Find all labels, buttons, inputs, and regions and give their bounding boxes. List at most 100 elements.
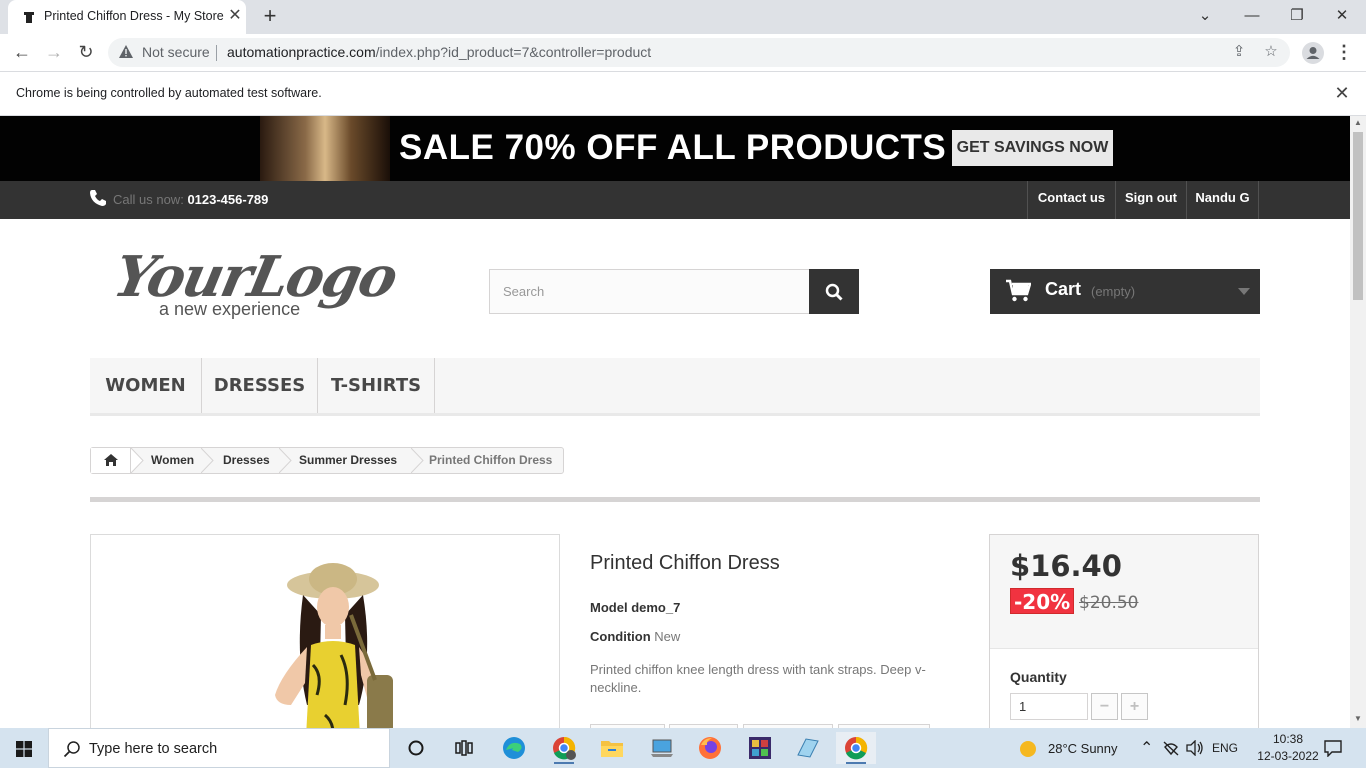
search-input[interactable]: Search xyxy=(489,269,810,314)
store-favicon-icon xyxy=(24,12,34,23)
get-savings-button[interactable]: GET SAVINGS NOW xyxy=(952,130,1113,166)
taskbar-search-text: Type here to search xyxy=(89,741,218,757)
tray-chevron-up-icon[interactable]: ⌃ xyxy=(1140,738,1153,758)
tab-close-icon[interactable]: ✕ xyxy=(226,6,244,26)
menu-item-women[interactable]: WOMEN xyxy=(90,358,202,413)
scroll-thumb[interactable] xyxy=(1353,132,1363,300)
file-explorer-icon[interactable] xyxy=(592,732,632,764)
breadcrumb-women[interactable]: Women xyxy=(151,448,194,473)
product-condition: Condition New xyxy=(590,629,681,644)
page-scrollbar[interactable]: ▲ ▼ xyxy=(1350,116,1366,728)
section-divider xyxy=(90,497,1260,502)
firefox-icon[interactable] xyxy=(690,732,730,764)
search-icon xyxy=(63,741,80,758)
scroll-up-icon[interactable]: ▲ xyxy=(1350,116,1366,130)
chrome-icon[interactable] xyxy=(836,732,876,764)
quantity-label: Quantity xyxy=(1010,669,1067,685)
search-icon xyxy=(825,283,843,301)
breadcrumb-separator xyxy=(279,448,292,473)
taskbar-search[interactable]: Type here to search xyxy=(48,728,390,768)
price-area: $16.40 -20% $20.50 xyxy=(990,535,1258,649)
chrome-profile-icon[interactable] xyxy=(544,732,584,764)
tab-search-icon[interactable]: ⌄ xyxy=(1185,4,1225,28)
quantity-plus-button[interactable]: + xyxy=(1121,693,1148,720)
search-button[interactable] xyxy=(809,269,859,314)
sale-banner[interactable]: SALE 70% OFF ALL PRODUCTS GET SAVINGS NO… xyxy=(0,116,1350,181)
page-viewport: SALE 70% OFF ALL PRODUCTS GET SAVINGS NO… xyxy=(0,116,1350,728)
site-logo[interactable]: YourLogo a new experience xyxy=(108,244,402,324)
buy-box: $16.40 -20% $20.50 Quantity 1 − + xyxy=(989,534,1259,728)
app-icon[interactable] xyxy=(740,732,780,764)
clock-time: 10:38 xyxy=(1272,732,1304,746)
menu-item-tshirts[interactable]: T-SHIRTS xyxy=(318,358,435,413)
banner-model-image xyxy=(260,116,390,181)
task-view-icon[interactable] xyxy=(444,732,484,764)
breadcrumb-separator xyxy=(201,448,214,473)
cart-button[interactable]: Cart (empty) xyxy=(990,269,1260,314)
product-title: Printed Chiffon Dress xyxy=(590,552,780,574)
sign-out-link[interactable]: Sign out xyxy=(1115,181,1186,219)
restore-button[interactable]: ❐ xyxy=(1277,4,1317,28)
windows-taskbar: Type here to search 28°C Sunny ⌃ ENG 10:… xyxy=(0,728,1366,768)
breadcrumb-home[interactable] xyxy=(91,448,131,473)
old-price: $20.50 xyxy=(1079,593,1139,613)
start-button[interactable] xyxy=(0,728,48,768)
address-bar[interactable]: Not secure automationpractice.com/index.… xyxy=(108,38,1290,67)
cart-label: Cart xyxy=(1045,279,1082,299)
windows-logo-icon xyxy=(16,741,32,757)
breadcrumb-separator xyxy=(411,448,424,473)
menu-kebab-icon[interactable]: ⋮ xyxy=(1332,40,1356,64)
browser-toolbar: ← → ↻ Not secure automationpractice.com/… xyxy=(0,34,1366,71)
breadcrumb-dresses[interactable]: Dresses xyxy=(223,448,270,473)
taskbar-clock[interactable]: 10:38 12-03-2022 xyxy=(1256,731,1320,765)
not-secure-label[interactable]: Not secure xyxy=(142,44,210,60)
notifications-icon[interactable] xyxy=(1324,739,1342,757)
breadcrumb-summer-dresses[interactable]: Summer Dresses xyxy=(299,448,397,473)
automation-infobar: Chrome is being controlled by automated … xyxy=(0,71,1366,116)
weather-sun-icon[interactable] xyxy=(1019,740,1037,758)
url-separator xyxy=(216,45,217,61)
back-icon[interactable]: ← xyxy=(10,40,34,64)
top-nav-strip: Call us now: 0123-456-789 Contact us Sig… xyxy=(0,181,1350,219)
breadcrumb-separator xyxy=(131,448,144,473)
infobar-close-icon[interactable]: ✕ xyxy=(1331,82,1353,104)
home-icon xyxy=(104,454,118,466)
profile-icon[interactable] xyxy=(1302,42,1324,64)
cart-icon xyxy=(1006,279,1031,302)
reduction-badge: -20% xyxy=(1010,588,1075,614)
new-tab-button[interactable]: + xyxy=(258,4,282,28)
phone-icon xyxy=(90,190,106,206)
cortana-icon[interactable] xyxy=(396,732,436,764)
this-pc-icon[interactable] xyxy=(642,732,682,764)
share-icon[interactable]: ⇪ xyxy=(1230,43,1248,61)
breadcrumb: Women Dresses Summer Dresses Printed Chi… xyxy=(90,447,564,474)
product-photo xyxy=(275,563,393,728)
bookmark-star-icon[interactable]: ☆ xyxy=(1262,43,1280,61)
url-text[interactable]: automationpractice.com/index.php?id_prod… xyxy=(227,44,651,60)
volume-icon[interactable] xyxy=(1186,740,1204,756)
menu-item-dresses[interactable]: DRESSES xyxy=(202,358,318,413)
browser-tab[interactable]: Printed Chiffon Dress - My Store ✕ xyxy=(8,0,246,34)
weather-text[interactable]: 28°C Sunny xyxy=(1048,741,1118,756)
edge-icon[interactable] xyxy=(494,732,534,764)
breadcrumb-current: Printed Chiffon Dress xyxy=(429,453,553,467)
reload-icon[interactable]: ↻ xyxy=(74,40,98,64)
scroll-down-icon[interactable]: ▼ xyxy=(1350,712,1366,726)
close-window-button[interactable]: ✕ xyxy=(1322,4,1362,28)
network-icon[interactable] xyxy=(1162,740,1180,756)
forward-icon[interactable]: → xyxy=(42,40,66,64)
minimize-button[interactable]: — xyxy=(1232,4,1272,28)
logo-tagline: a new experience xyxy=(159,299,301,319)
account-link[interactable]: Nandu G xyxy=(1186,181,1259,219)
warning-icon xyxy=(119,45,133,58)
quantity-input[interactable]: 1 xyxy=(1010,693,1088,720)
cart-status: (empty) xyxy=(1091,284,1136,299)
quantity-minus-button[interactable]: − xyxy=(1091,693,1118,720)
product-image[interactable] xyxy=(90,534,560,728)
banner-text: SALE 70% OFF ALL PRODUCTS xyxy=(399,128,947,167)
clock-date: 12-03-2022 xyxy=(1257,749,1319,763)
notes-app-icon[interactable] xyxy=(788,732,828,764)
contact-us-link[interactable]: Contact us xyxy=(1027,181,1115,219)
language-indicator[interactable]: ENG xyxy=(1212,741,1238,755)
tab-title: Printed Chiffon Dress - My Store xyxy=(44,9,224,23)
